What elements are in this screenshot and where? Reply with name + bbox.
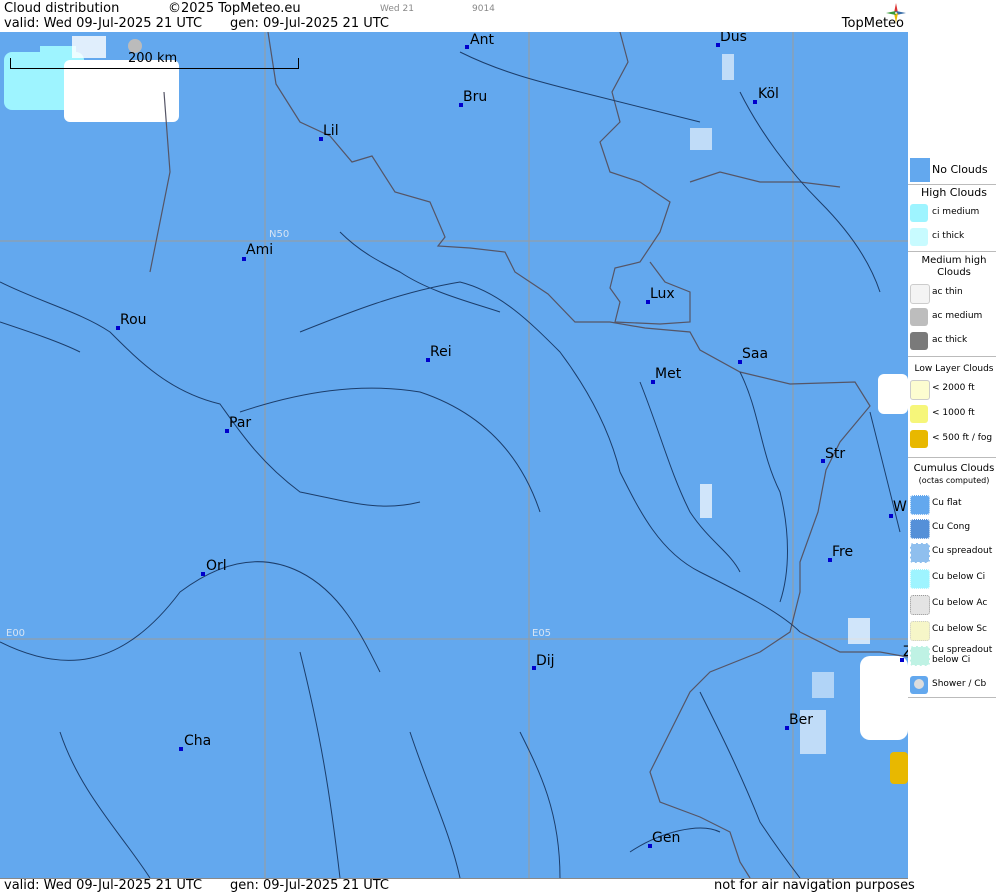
legend-cu-cong: Cu Cong [908, 517, 1000, 539]
legend-cu-below-ac: Cu below Ac [908, 593, 1000, 615]
city-label[interactable]: Düs [720, 32, 747, 45]
city-label[interactable]: Fre [832, 544, 853, 560]
city-dot [201, 572, 205, 576]
city-label[interactable]: W [893, 499, 907, 515]
map-title: Cloud distribution [4, 1, 120, 16]
fog-patch [890, 752, 908, 784]
legend-cu-below-ci: Cu below Ci [908, 567, 1000, 589]
legend-low-500: < 500 ft / fog [908, 428, 1000, 450]
grid-label-e05: E05 [532, 628, 552, 639]
legend-panel: No Clouds High Clouds ci medium ci thick… [908, 32, 1000, 893]
no-clouds-swatch [910, 158, 930, 182]
city-label[interactable]: Dij [536, 653, 555, 669]
grid-label-n50: N50 [269, 229, 290, 240]
legend-ci-medium: ci medium [908, 202, 1000, 224]
city-label[interactable]: Köl [758, 86, 779, 102]
city-label[interactable]: Par [229, 415, 251, 431]
legend-high-section: High Clouds [921, 186, 987, 199]
legend-ac-thin: ac thin [908, 282, 1000, 304]
city-label[interactable]: Bru [463, 89, 487, 105]
legend-no-clouds: No Clouds [908, 156, 1000, 184]
city-label[interactable]: Rou [120, 312, 147, 328]
grid-label-e00: E00 [6, 628, 26, 639]
footer-bar: valid: Wed 09-Jul-2025 21 UTC gen: 09-Ju… [0, 878, 915, 894]
city-label[interactable]: Cha [184, 733, 211, 749]
city-label[interactable]: Lux [650, 286, 675, 302]
generated-time: gen: 09-Jul-2025 21 UTC [230, 16, 389, 31]
cloud-patch-nw [4, 36, 179, 122]
city-label[interactable]: Ber [789, 712, 813, 728]
city-label[interactable]: Str [825, 446, 845, 462]
legend-cu-spread-ci: Cu spreadout below Ci [908, 644, 1000, 672]
cloud-patch-east [690, 54, 908, 754]
legend-shower: Shower / Cb [908, 674, 1000, 696]
copyright: ©2025 TopMeteo.eu [168, 1, 301, 16]
city-dot [465, 45, 469, 49]
legend-low-1000: < 1000 ft [908, 403, 1000, 425]
lat-lon-grid [0, 32, 908, 878]
footer-valid: valid: Wed 09-Jul-2025 21 UTC [4, 878, 203, 893]
legend-medium-section: Medium high Clouds [921, 255, 987, 278]
city-label[interactable]: Orl [206, 558, 227, 574]
city-label[interactable]: Lil [323, 123, 339, 139]
footer-gen: gen: 09-Jul-2025 21 UTC [230, 878, 389, 893]
time-tab[interactable]: Wed 21 [380, 4, 414, 14]
city-label[interactable]: Gen [652, 830, 680, 846]
code-tab[interactable]: 9014 [472, 4, 495, 14]
map-canvas [0, 32, 908, 878]
city-label[interactable]: Saa [742, 346, 768, 362]
rivers [0, 51, 901, 878]
legend-ac-thick: ac thick [908, 330, 1000, 352]
legend-ac-medium: ac medium [908, 306, 1000, 328]
valid-time: valid: Wed 09-Jul-2025 21 UTC [4, 16, 203, 31]
legend-cu-section: Cumulus Clouds (octas computed) [913, 463, 995, 485]
legend-cu-spread: Cu spreadout [908, 541, 1000, 563]
city-label[interactable]: Met [655, 366, 681, 382]
scale-label: 200 km [128, 51, 178, 66]
city-dot [753, 100, 757, 104]
city-label[interactable]: Ant [470, 32, 494, 48]
legend-cu-flat: Cu flat [908, 493, 1000, 515]
city-label[interactable]: Rei [430, 344, 452, 360]
legend-low-section: Low Layer Clouds [914, 364, 994, 374]
disclaimer: not for air navigation purposes [714, 878, 915, 893]
compass-logo-icon [886, 3, 906, 23]
legend-ci-thick: ci thick [908, 226, 1000, 248]
shower-icon [914, 679, 924, 689]
legend-cu-below-sc: Cu below Sc [908, 619, 1000, 641]
header-bar: Cloud distribution ©2025 TopMeteo.eu Wed… [0, 0, 908, 32]
city-label[interactable]: Ami [246, 242, 273, 258]
cloud-map[interactable]: 200 km N50 E00 E05 Ant Düs Köl Bru Lil A… [0, 32, 908, 878]
legend-low-2000: < 2000 ft [908, 378, 1000, 400]
city-dot [179, 747, 183, 751]
